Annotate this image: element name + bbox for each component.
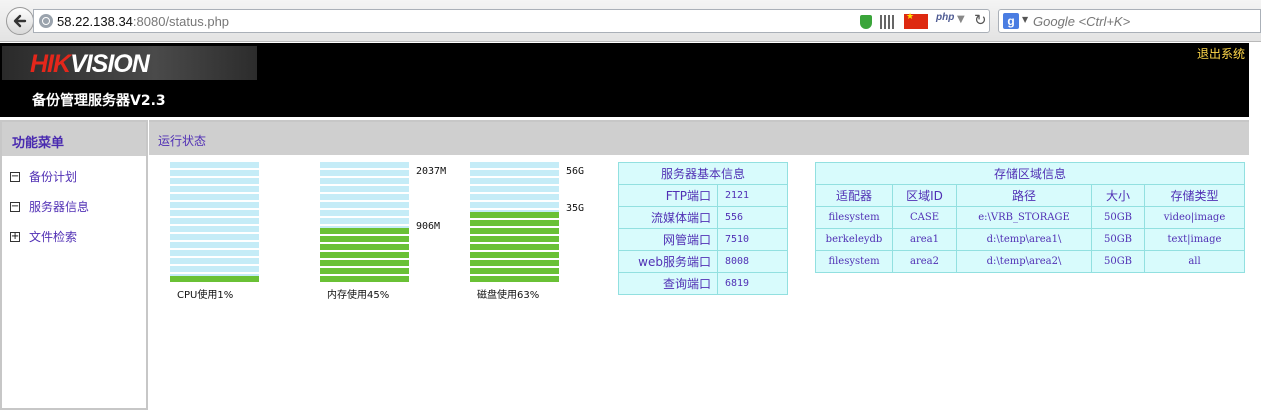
cpu-usage-bar [170,162,259,282]
table-header-row: 适配器 区域ID 路径 大小 存储类型 [815,184,1245,207]
browser-toolbar: 58.22.138.34:8080/status.php php ▼ ↻ g ▼ [0,0,1261,42]
disk-usage-bar [470,162,559,282]
search-bar[interactable]: g ▼ [998,9,1261,33]
table-cell: text|image [1144,228,1245,251]
menu-item-label: 服务器信息 [29,200,90,214]
table-row: berkeleydb area1 d:\temp\area1\ 50GB tex… [815,228,1245,251]
memory-usage-bar [320,162,409,282]
table-cell: e:\VRB_STORAGE [956,206,1092,229]
server-info-title: 服务器基本信息 [618,162,788,185]
column-header-adapter: 适配器 [815,184,893,207]
table-cell: all [1144,250,1245,273]
table-cell: d:\temp\area2\ [956,250,1092,273]
shield-icon[interactable] [860,15,872,29]
table-cell: area2 [892,250,957,273]
table-row: 网管端口 7510 [618,228,788,251]
disk-total-label: 56G [566,166,585,177]
sidebar: 功能菜单 − 备份计划 − 服务器信息 + 文件检索 [0,120,148,410]
china-flag-icon[interactable] [904,12,928,29]
dropdown-icon[interactable]: ▼ [957,14,965,25]
memory-total-label: 2037M [416,166,447,177]
table-row: 查询端口 6819 [618,272,788,295]
table-row: web服务端口 8008 [618,250,788,273]
port-name: 流媒体端口 [618,206,718,229]
column-header-storage-type: 存储类型 [1144,184,1245,207]
google-icon[interactable]: g [1003,13,1019,29]
disk-used-label: 35G [566,203,585,214]
logout-link[interactable]: 退出系统 [1197,45,1245,62]
collapse-icon[interactable]: − [10,171,20,182]
table-cell: filesystem [815,250,893,273]
logo-text: HIKVISION [30,50,150,78]
table-cell: d:\temp\area1\ [956,228,1092,251]
back-button[interactable] [6,7,34,35]
table-cell: filesystem [815,206,893,229]
qr-code-icon[interactable] [880,15,894,29]
table-cell: 50GB [1091,206,1145,229]
table-row: filesystem area2 d:\temp\area2\ 50GB all [815,250,1245,273]
menu-item-file-search[interactable]: + 文件检索 [10,228,77,245]
menu-item-server-info[interactable]: − 服务器信息 [10,198,89,215]
disk-usage-label: 磁盘使用63% [477,290,540,301]
app-header: HIKVISION 备份管理服务器V2.3 退出系统 [0,43,1249,117]
address-bar[interactable]: 58.22.138.34:8080/status.php php ▼ ↻ [33,9,990,33]
menu-item-label: 备份计划 [29,170,78,184]
column-header-path: 路径 [956,184,1092,207]
collapse-icon[interactable]: − [10,201,20,212]
port-name: web服务端口 [618,250,718,273]
table-cell: area1 [892,228,957,251]
search-input[interactable] [1033,14,1258,29]
back-arrow-icon [13,14,27,28]
table-cell: 50GB [1091,228,1145,251]
memory-used-label: 906M [416,221,441,232]
memory-usage-fill [320,228,409,282]
table-cell: CASE [892,206,957,229]
expand-icon[interactable]: + [10,231,20,242]
port-value: 556 [717,206,788,229]
port-value: 7510 [717,228,788,251]
table-cell: berkeleydb [815,228,893,251]
app-title: 备份管理服务器V2.3 [32,93,166,109]
table-cell: video|image [1144,206,1245,229]
port-value: 2121 [717,184,788,207]
port-name: 网管端口 [618,228,718,251]
menu-item-backup-plan[interactable]: − 备份计划 [10,168,77,185]
hikvision-logo: HIKVISION [2,46,257,80]
table-row: FTP端口 2121 [618,184,788,207]
memory-usage-label: 内存使用45% [327,290,390,301]
table-row: 流媒体端口 556 [618,206,788,229]
port-value: 6819 [717,272,788,295]
server-info-table: 服务器基本信息 FTP端口 2121 流媒体端口 556 网管端口 7510 w… [618,162,788,295]
disk-usage-fill [470,212,559,282]
port-name: 查询端口 [618,272,718,295]
search-engine-dropdown-icon[interactable]: ▼ [1022,15,1028,24]
port-name: FTP端口 [618,184,718,207]
column-header-size: 大小 [1091,184,1145,207]
port-value: 8008 [717,250,788,273]
table-cell: 50GB [1091,250,1145,273]
menu-item-label: 文件检索 [29,230,78,244]
cpu-usage-label: CPU使用1% [177,290,234,301]
storage-info-title: 存储区域信息 [815,162,1245,185]
table-row: filesystem CASE e:\VRB_STORAGE 50GB vide… [815,206,1245,229]
reload-icon[interactable]: ↻ [974,11,987,29]
page-title: 运行状态 [158,134,207,148]
content-header: 运行状态 [149,120,1249,155]
globe-icon [39,14,53,28]
cpu-usage-fill [170,276,259,282]
url-text[interactable]: 58.22.138.34:8080/status.php [57,14,229,29]
storage-info-table: 存储区域信息 适配器 区域ID 路径 大小 存储类型 filesystem CA… [815,162,1245,273]
sidebar-title: 功能菜单 [2,122,146,156]
php-icon[interactable]: php [936,12,954,23]
column-header-area-id: 区域ID [892,184,957,207]
